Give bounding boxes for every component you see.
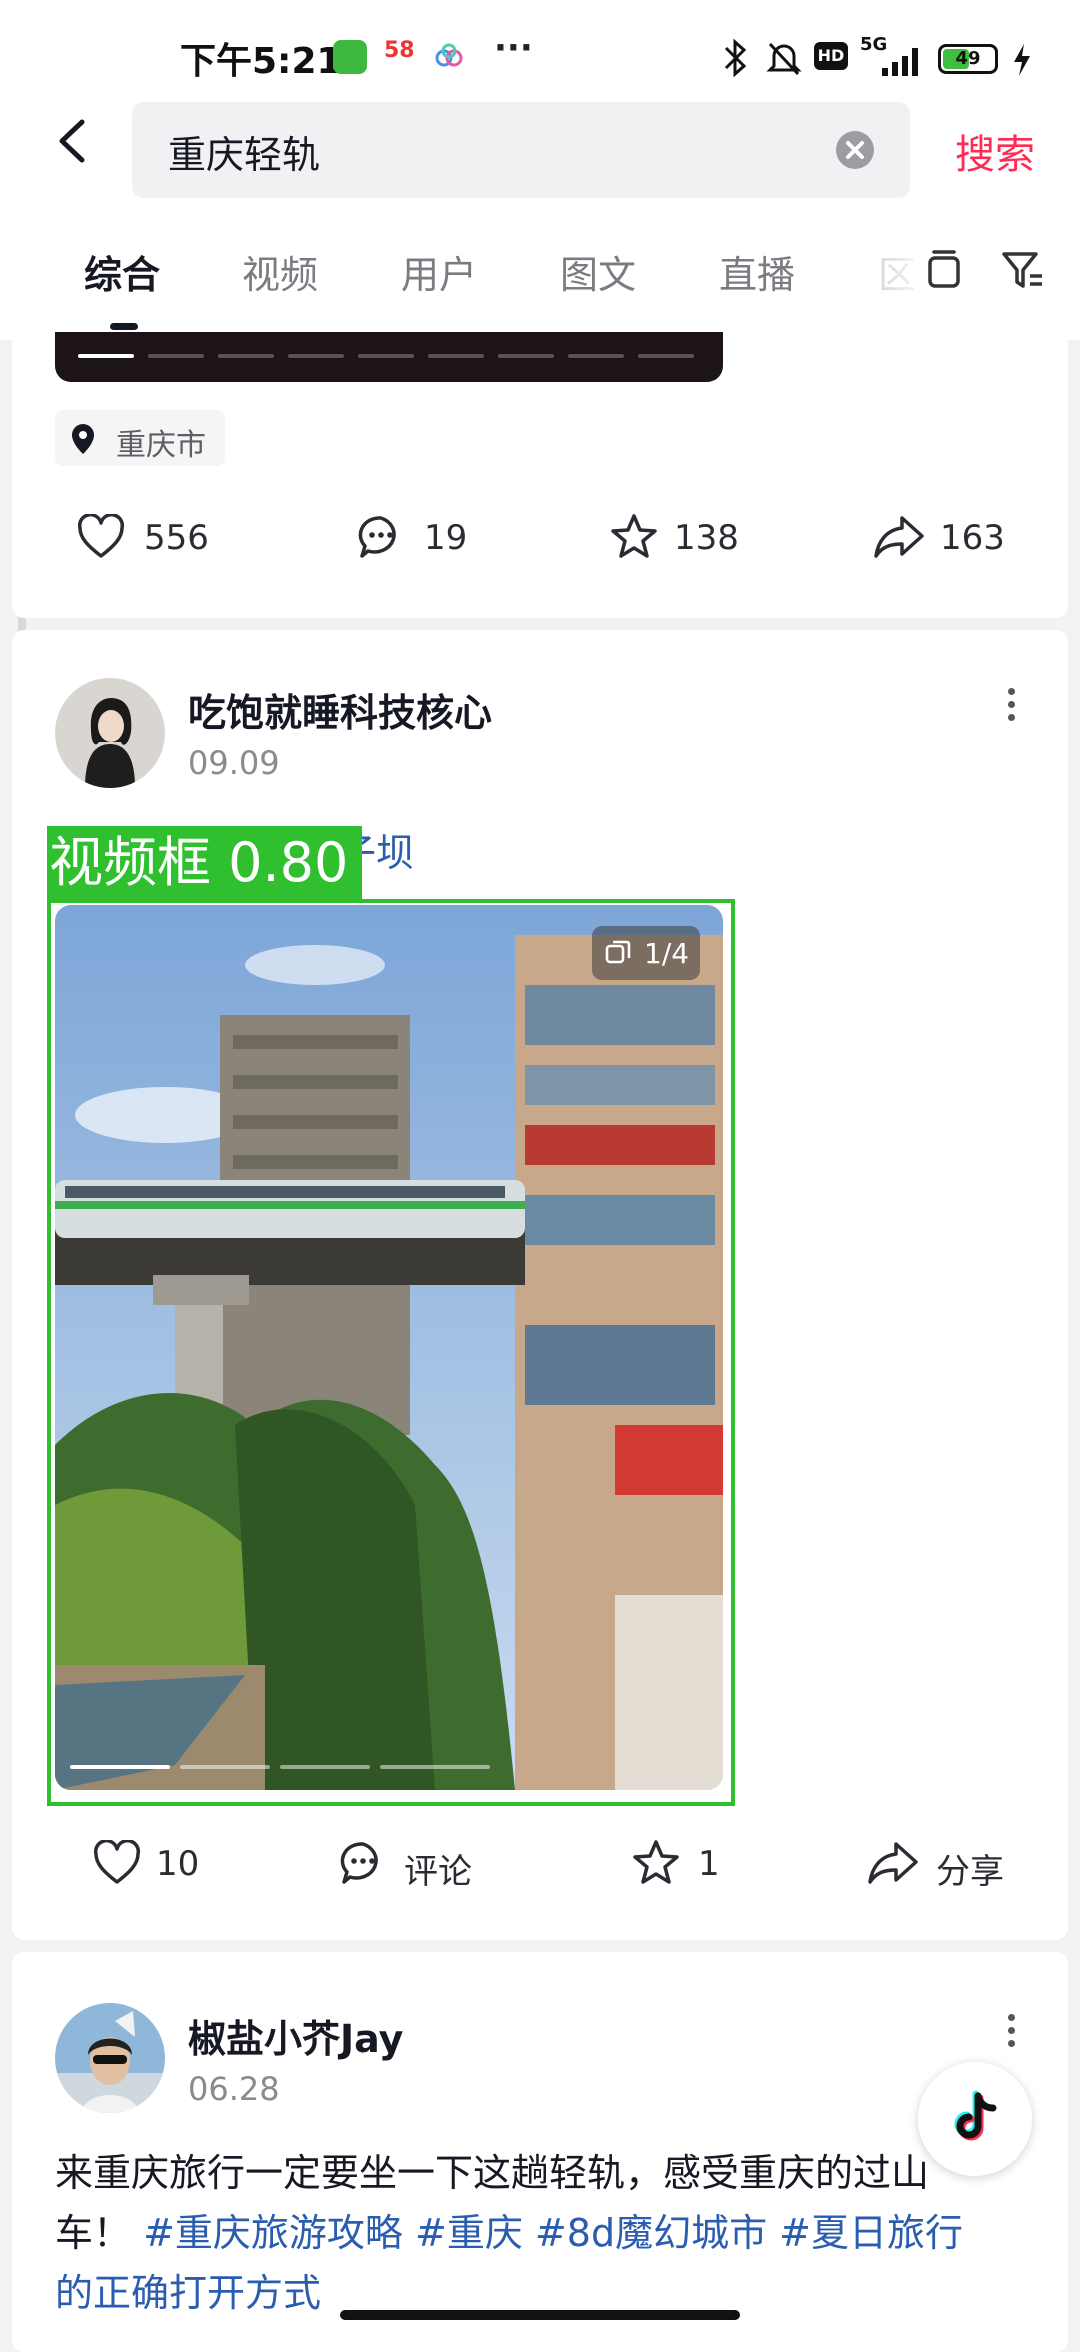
detection-label: 视频框 0.80 — [47, 826, 362, 899]
post-hashtag-continued[interactable]: 的正确打开方式 — [55, 2263, 321, 2313]
share-count: 163 — [940, 518, 1005, 558]
tiktok-logo-icon — [954, 2090, 997, 2141]
tab-live[interactable]: 直播 — [719, 244, 795, 299]
like-count: 556 — [144, 518, 209, 558]
location-pin-icon — [72, 424, 94, 454]
comment-icon[interactable] — [356, 512, 406, 562]
more-options-icon[interactable] — [1008, 688, 1015, 695]
progress-segment — [568, 354, 624, 358]
tab-image-text[interactable]: 图文 — [560, 244, 636, 299]
share-label[interactable]: 分享 — [936, 1844, 1004, 1893]
cloud-app-icon — [435, 43, 463, 67]
favorite-count: 1 — [698, 1844, 720, 1884]
progress-segment — [498, 354, 554, 358]
author-name[interactable]: 椒盐小芥Jay — [188, 2008, 403, 2063]
progress-segment — [358, 354, 414, 358]
share-icon[interactable] — [872, 514, 926, 560]
search-query[interactable]: 重庆轻轨 — [168, 124, 320, 179]
comment-label[interactable]: 评论 — [404, 1844, 472, 1893]
post-date: 09.09 — [188, 744, 280, 782]
like-icon[interactable] — [92, 1840, 142, 1886]
post-text-line: 车！ #重庆旅游攻略 #重庆 #8d魔幻城市 #夏日旅行 — [55, 2203, 963, 2263]
hd-icon: HD — [814, 42, 848, 70]
location-label: 重庆市 — [116, 428, 206, 463]
progress-segment — [288, 354, 344, 358]
clear-icon[interactable] — [836, 131, 874, 169]
notification-app-icon — [333, 40, 367, 74]
home-indicator[interactable] — [340, 2310, 740, 2320]
detection-box — [47, 899, 735, 1806]
author-avatar[interactable] — [55, 2003, 165, 2113]
post-text-segment: 车！ — [55, 2211, 144, 2255]
tab-fade — [860, 240, 930, 310]
post-text-line: 来重庆旅行一定要坐一下这趟轻轨，感受重庆的过山 — [55, 2151, 930, 2195]
search-button[interactable]: 搜索 — [955, 122, 1035, 180]
status-time: 下午5:21 — [180, 41, 342, 82]
charging-icon — [1014, 44, 1030, 76]
58-app-icon: 58 — [384, 38, 415, 63]
comment-count: 19 — [424, 518, 468, 558]
author-name[interactable]: 吃饱就睡科技核心 — [188, 682, 492, 737]
author-avatar[interactable] — [55, 678, 165, 788]
like-icon[interactable] — [76, 514, 126, 560]
more-notifications-icon: ··· — [494, 28, 533, 68]
progress-segment — [218, 354, 274, 358]
tab-video[interactable]: 视频 — [242, 244, 318, 299]
comment-icon[interactable] — [338, 1838, 388, 1888]
mute-bell-icon — [766, 42, 802, 76]
active-tab-indicator — [110, 323, 138, 330]
progress-segment — [78, 354, 134, 358]
post-date: 06.28 — [188, 2070, 280, 2108]
progress-segment — [638, 354, 694, 358]
layout-toggle-icon[interactable] — [924, 248, 964, 294]
progress-segment — [428, 354, 484, 358]
more-options-icon[interactable] — [1008, 2014, 1015, 2021]
back-icon[interactable] — [52, 118, 98, 164]
bluetooth-icon — [724, 38, 747, 78]
signal-icon — [882, 48, 918, 76]
progress-segment — [148, 354, 204, 358]
tiktok-float-button[interactable] — [918, 2062, 1032, 2176]
post-hashtags[interactable]: #重庆旅游攻略 #重庆 #8d魔幻城市 #夏日旅行 — [143, 2211, 963, 2255]
tab-all[interactable]: 综合 — [84, 244, 160, 299]
favorite-icon[interactable] — [630, 1838, 682, 1888]
share-icon[interactable] — [866, 1840, 920, 1886]
tab-users[interactable]: 用户 — [401, 244, 477, 299]
favorite-count: 138 — [674, 518, 739, 558]
filter-icon[interactable] — [1000, 250, 1046, 292]
battery-icon: 49 — [938, 44, 998, 74]
favorite-icon[interactable] — [608, 512, 660, 562]
like-count: 10 — [156, 1844, 200, 1884]
